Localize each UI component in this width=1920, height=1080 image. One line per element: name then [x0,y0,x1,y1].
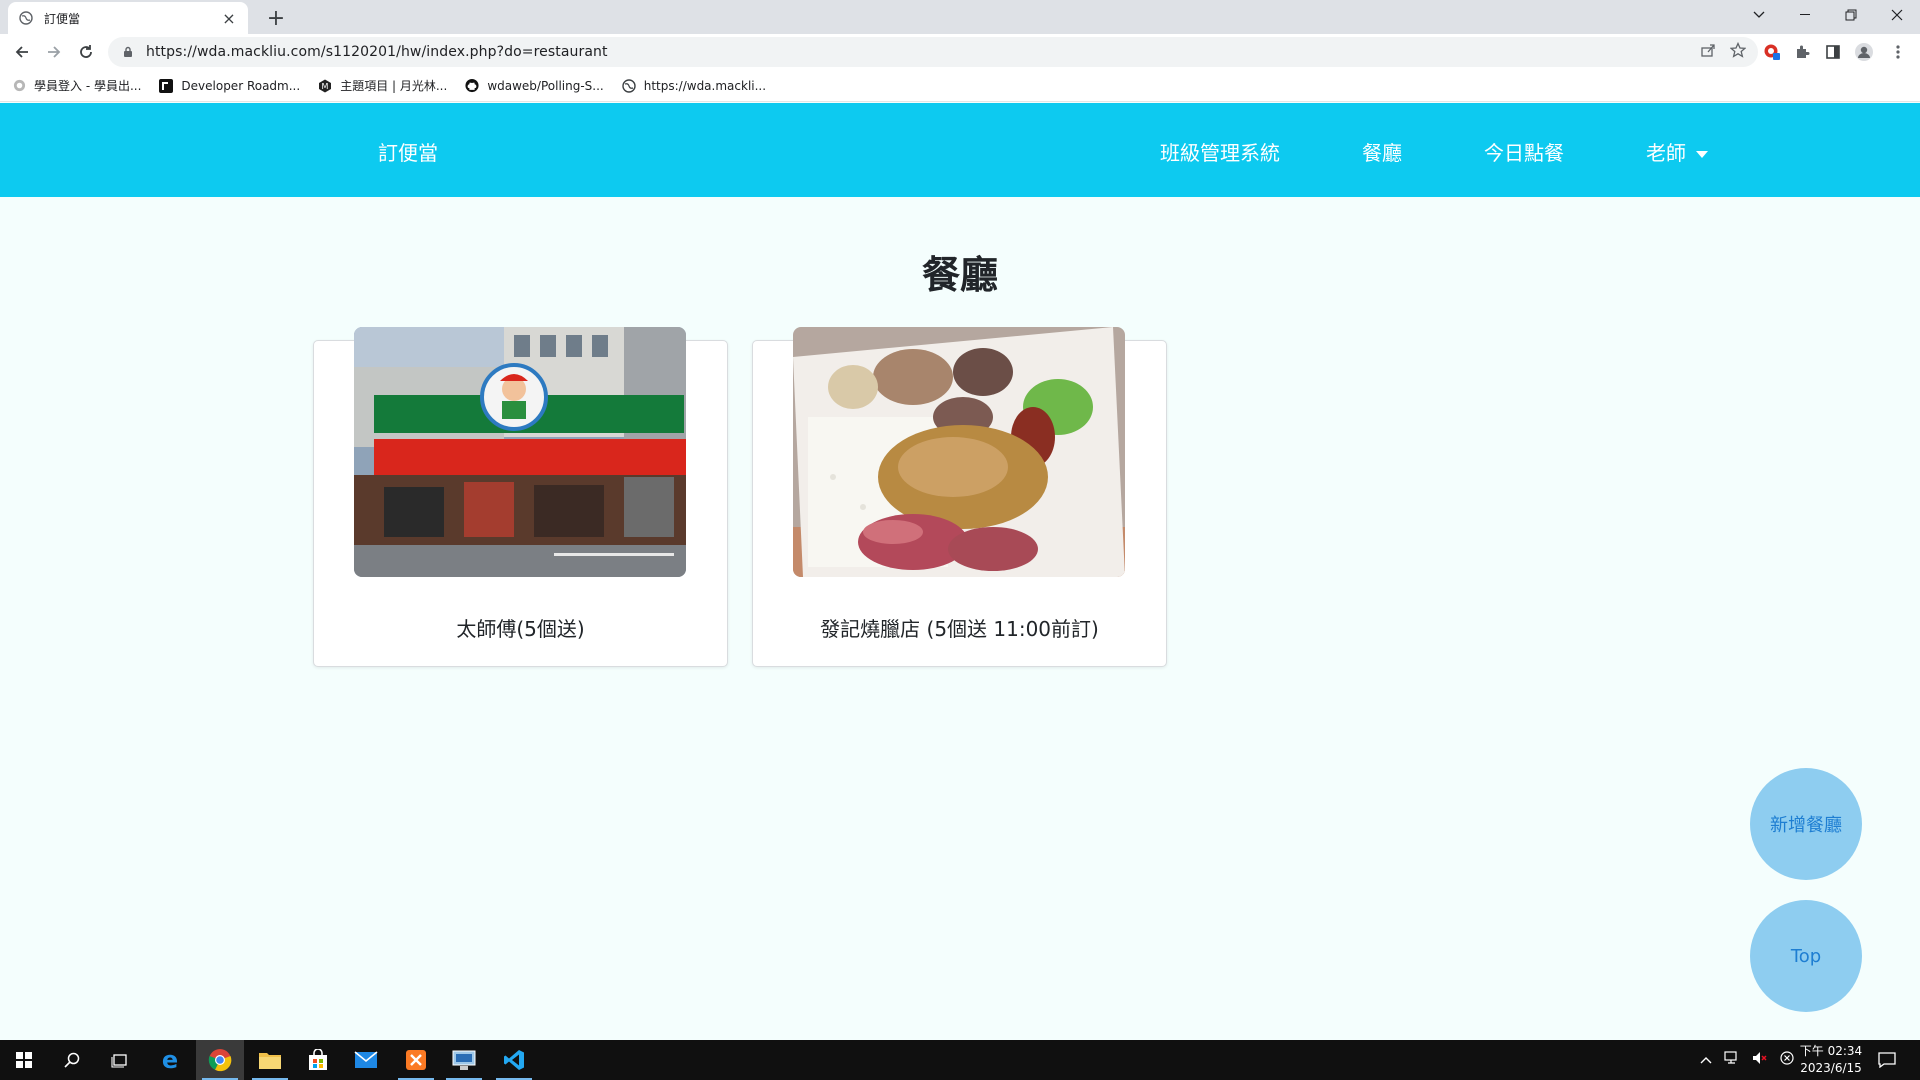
notification-center-icon[interactable] [1878,1040,1896,1080]
roadmap-icon [159,78,174,93]
chrome-menu-icon[interactable] [1886,40,1910,64]
chrome-icon[interactable] [196,1040,244,1080]
bookmark-item[interactable]: M 主題項目 | 月光林... [318,77,447,94]
back-to-top-button[interactable]: Top [1750,900,1862,1012]
bookmark-label: 學員登入 - 學員出... [34,79,142,93]
page-title: 餐廳 [921,253,998,297]
tab-title: 訂便當 [44,11,81,26]
taskbar-clock[interactable]: 下午 02:34 2023/6/15 [1788,1043,1874,1077]
store-icon[interactable] [294,1040,342,1080]
remote-desktop-icon[interactable] [440,1040,488,1080]
browser-tab-strip: 訂便當 × + [0,0,1920,34]
svg-text:M: M [322,82,329,91]
xampp-icon[interactable] [392,1040,440,1080]
url-text: https://wda.mackliu.com/s1120201/hw/inde… [146,44,608,60]
globe-icon [18,10,34,26]
windows-taskbar: e 下午 02:34 2023/6/15 [0,1040,1920,1080]
add-restaurant-button[interactable]: 新增餐廳 [1750,768,1862,880]
bookmark-item[interactable]: Developer Roadm... [159,78,301,93]
restaurant-bento-image[interactable] [793,327,1125,577]
clock-time: 下午 02:34 [1799,1044,1863,1058]
bookmark-label: https://wda.mackli... [643,78,767,93]
restore-icon[interactable] [1828,0,1874,30]
close-window-icon[interactable] [1874,0,1920,30]
reload-icon[interactable] [72,38,100,66]
tab-close-icon[interactable]: × [220,9,238,28]
nav-teacher-dropdown[interactable]: 老師 [1646,137,1708,166]
tab-search-icon[interactable] [1736,0,1782,30]
svg-text:e: e [162,1048,178,1072]
chevron-up-icon[interactable] [1700,1053,1712,1068]
extensions-puzzle-icon[interactable] [1790,40,1814,64]
browser-tab[interactable]: 訂便當 × [8,2,248,34]
clock-date: 2023/6/15 [1800,1061,1862,1075]
bookmark-star-icon[interactable] [1729,41,1747,62]
nav-today-order[interactable]: 今日點餐 [1484,137,1564,166]
globe-icon [622,78,636,93]
address-bar[interactable]: https://wda.mackliu.com/s1120201/hw/inde… [108,37,1758,67]
bookmark-item[interactable]: https://wda.mackli... [622,79,766,93]
restaurant-name: 發記燒臘店 (5個送 11:00前訂) [820,617,1099,641]
hexagon-icon: M [318,79,332,93]
extension-red-icon[interactable] [1760,40,1784,64]
nav-teacher-label: 老師 [1646,141,1686,165]
restaurant-card[interactable]: 太師傅(5個送) [313,327,728,667]
nav-class-system[interactable]: 班級管理系統 [1160,137,1280,166]
bookmarks-bar: 學員登入 - 學員出... Developer Roadm... M 主題項目 … [0,70,1920,102]
windows-start-icon[interactable] [0,1040,48,1080]
restaurant-name: 太師傅(5個送) [456,617,585,641]
globe-icon [12,79,26,93]
lock-icon[interactable] [120,44,136,60]
network-icon[interactable] [1724,1051,1740,1069]
caret-down-icon [1696,151,1708,158]
side-panel-icon[interactable] [1821,40,1845,64]
bookmark-label: 主題項目 | 月光林... [340,79,448,93]
bookmark-label: wdaweb/Polling-S... [487,78,604,93]
nav-restaurants[interactable]: 餐廳 [1362,137,1402,166]
search-icon[interactable] [48,1040,96,1080]
file-explorer-icon[interactable] [246,1040,294,1080]
site-navbar: 訂便當 班級管理系統 餐廳 今日點餐 老師 [0,103,1920,197]
volume-muted-icon[interactable] [1752,1051,1768,1069]
forward-arrow-icon[interactable] [40,38,68,66]
brand-link[interactable]: 訂便當 [378,137,438,166]
edge-icon[interactable]: e [146,1040,194,1080]
share-icon[interactable] [1700,42,1716,62]
restaurant-storefront-image[interactable] [354,327,686,577]
bookmark-item[interactable]: 學員登入 - 學員出... [12,77,141,94]
browser-toolbar: https://wda.mackliu.com/s1120201/hw/inde… [0,34,1920,70]
bookmark-item[interactable]: wdaweb/Polling-S... [465,78,604,93]
profile-avatar-icon[interactable] [1852,40,1876,64]
mail-icon[interactable] [342,1040,390,1080]
vscode-icon[interactable] [490,1040,538,1080]
bookmark-label: Developer Roadm... [181,78,301,93]
new-tab-button[interactable]: + [262,4,290,32]
back-arrow-icon[interactable] [8,38,36,66]
github-icon [465,78,479,93]
system-tray [1700,1040,1794,1080]
task-view-icon[interactable] [96,1040,144,1080]
minimize-icon[interactable] [1782,0,1828,30]
restaurant-card[interactable]: 發記燒臘店 (5個送 11:00前訂) [752,327,1167,667]
